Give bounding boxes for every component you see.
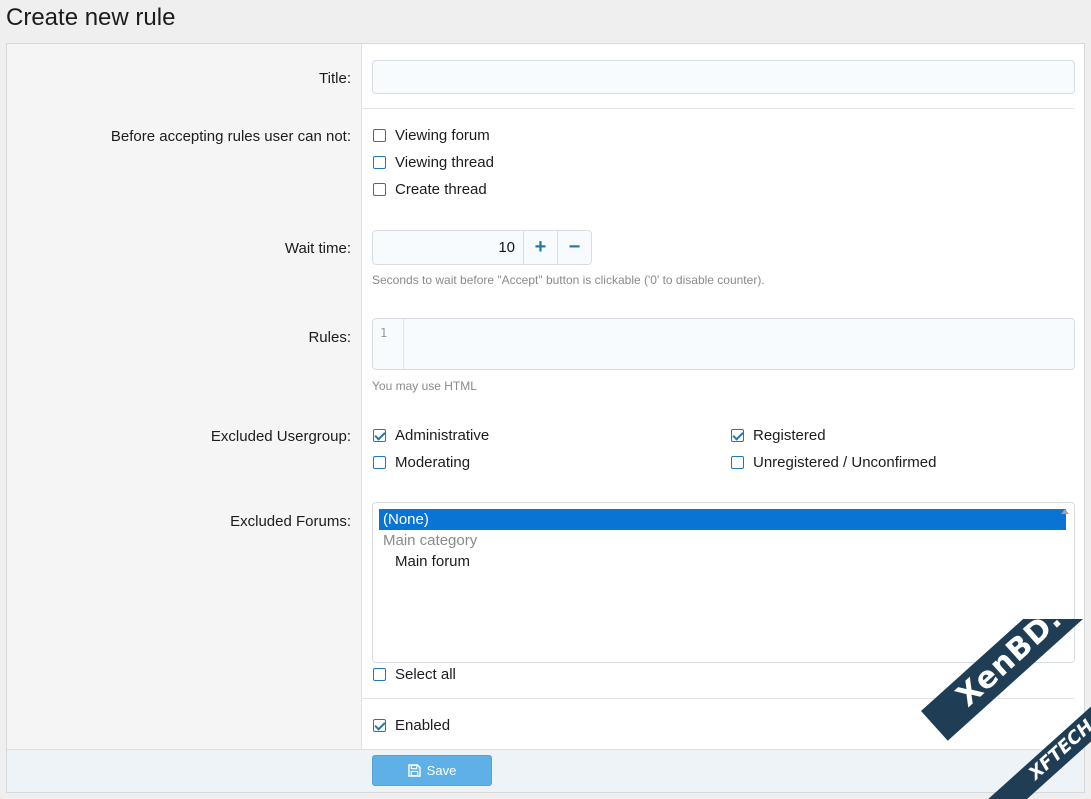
line-gutter (373, 319, 404, 369)
wait-time-label: Wait time: (284, 240, 351, 257)
page-title: Create new rule (6, 4, 176, 31)
save-label: Save (426, 763, 457, 778)
rules-hint: You may use HTML (372, 379, 477, 393)
rules-label: Rules: (308, 329, 351, 346)
save-icon (407, 764, 421, 777)
watermark-subtext: XFTECH (986, 680, 1091, 799)
administrative-checkbox[interactable] (373, 429, 386, 442)
viewing-forum-label[interactable]: Viewing forum (395, 127, 490, 144)
registered-checkbox[interactable] (731, 429, 744, 442)
enabled-label[interactable]: Enabled (395, 717, 450, 734)
moderating-checkbox[interactable] (373, 456, 386, 469)
save-button[interactable]: Save (372, 755, 492, 786)
watermark: XenBD.Com XFTECH (901, 619, 1091, 799)
watermark-text: XenBD.Com (921, 619, 1091, 741)
scroll-up-arrow-icon[interactable] (1061, 509, 1069, 514)
restrictions-label: Before accepting rules user can not: (110, 128, 351, 145)
title-label: Title: (319, 70, 351, 87)
plus-icon: + (534, 236, 547, 258)
forum-option-main-forum[interactable]: Main forum (379, 551, 1066, 572)
unregistered-label[interactable]: Unregistered / Unconfirmed (753, 454, 936, 471)
excluded-forums-label: Excluded Forums: (230, 513, 351, 530)
forum-option-main-category[interactable]: Main category (379, 530, 1066, 551)
viewing-thread-checkbox[interactable] (373, 156, 386, 169)
wait-time-input[interactable]: 10 (498, 239, 515, 256)
create-thread-checkbox[interactable] (373, 183, 386, 196)
enabled-checkbox[interactable] (373, 719, 386, 732)
rules-editor[interactable]: 1 (372, 318, 1075, 370)
forum-option-none[interactable]: (None) (379, 509, 1066, 530)
decrement-button[interactable]: − (557, 231, 591, 264)
select-all-label[interactable]: Select all (395, 666, 456, 683)
viewing-thread-label[interactable]: Viewing thread (395, 154, 494, 171)
registered-label[interactable]: Registered (753, 427, 826, 444)
label-column (7, 44, 362, 750)
select-all-checkbox[interactable] (373, 668, 386, 681)
line-number: 1 (380, 326, 388, 340)
create-thread-label[interactable]: Create thread (395, 181, 487, 198)
wait-time-hint: Seconds to wait before "Accept" button i… (372, 273, 765, 287)
title-input[interactable] (372, 60, 1075, 94)
divider (362, 108, 1074, 109)
viewing-forum-checkbox[interactable] (373, 129, 386, 142)
moderating-label[interactable]: Moderating (395, 454, 470, 471)
increment-button[interactable]: + (523, 231, 557, 264)
unregistered-checkbox[interactable] (731, 456, 744, 469)
excluded-usergroup-label: Excluded Usergroup: (210, 428, 351, 445)
minus-icon: − (568, 236, 581, 258)
administrative-label[interactable]: Administrative (395, 427, 489, 444)
wait-time-stepper: 10 + − (372, 230, 592, 265)
